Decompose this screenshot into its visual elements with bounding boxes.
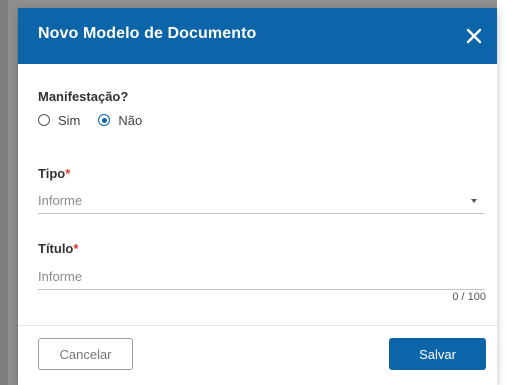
- close-button[interactable]: [462, 24, 486, 48]
- dialog-header: Novo Modelo de Documento: [18, 8, 497, 64]
- radio-sim-circle[interactable]: [38, 114, 50, 126]
- radio-option-nao[interactable]: Não: [98, 113, 142, 128]
- save-button[interactable]: Salvar: [389, 338, 486, 370]
- manifestacao-radio-group: Sim Não: [38, 111, 160, 129]
- titulo-placeholder: Informe: [38, 269, 83, 284]
- radio-nao-label: Não: [118, 112, 143, 128]
- backdrop-shade: [0, 0, 8, 385]
- tipo-select[interactable]: Informe: [38, 189, 485, 214]
- manifestacao-label: Manifestação?: [38, 89, 129, 104]
- titulo-input[interactable]: Informe: [38, 265, 485, 290]
- titulo-label-text: Título: [38, 241, 74, 256]
- radio-nao-circle[interactable]: [98, 114, 111, 126]
- tipo-required-mark: *: [65, 166, 71, 181]
- tipo-label: Tipo*: [38, 166, 70, 181]
- radio-option-sim[interactable]: Sim: [38, 113, 80, 128]
- backdrop-edge: [497, 0, 507, 385]
- close-icon: [466, 28, 482, 44]
- dialog-title: Novo Modelo de Documento: [38, 25, 257, 42]
- titulo-char-counter: 0 / 100: [452, 291, 486, 303]
- tipo-placeholder: Informe: [38, 193, 83, 208]
- new-document-model-dialog: Novo Modelo de Documento Manifestação? S…: [18, 8, 497, 385]
- titulo-label: Título*: [38, 241, 78, 256]
- tipo-label-text: Tipo: [38, 166, 66, 181]
- radio-sim-label: Sim: [58, 112, 81, 128]
- footer-divider: [18, 325, 497, 326]
- caret-down-icon[interactable]: [471, 199, 477, 203]
- titulo-required-mark: *: [73, 241, 79, 256]
- cancel-button[interactable]: Cancelar: [38, 338, 133, 370]
